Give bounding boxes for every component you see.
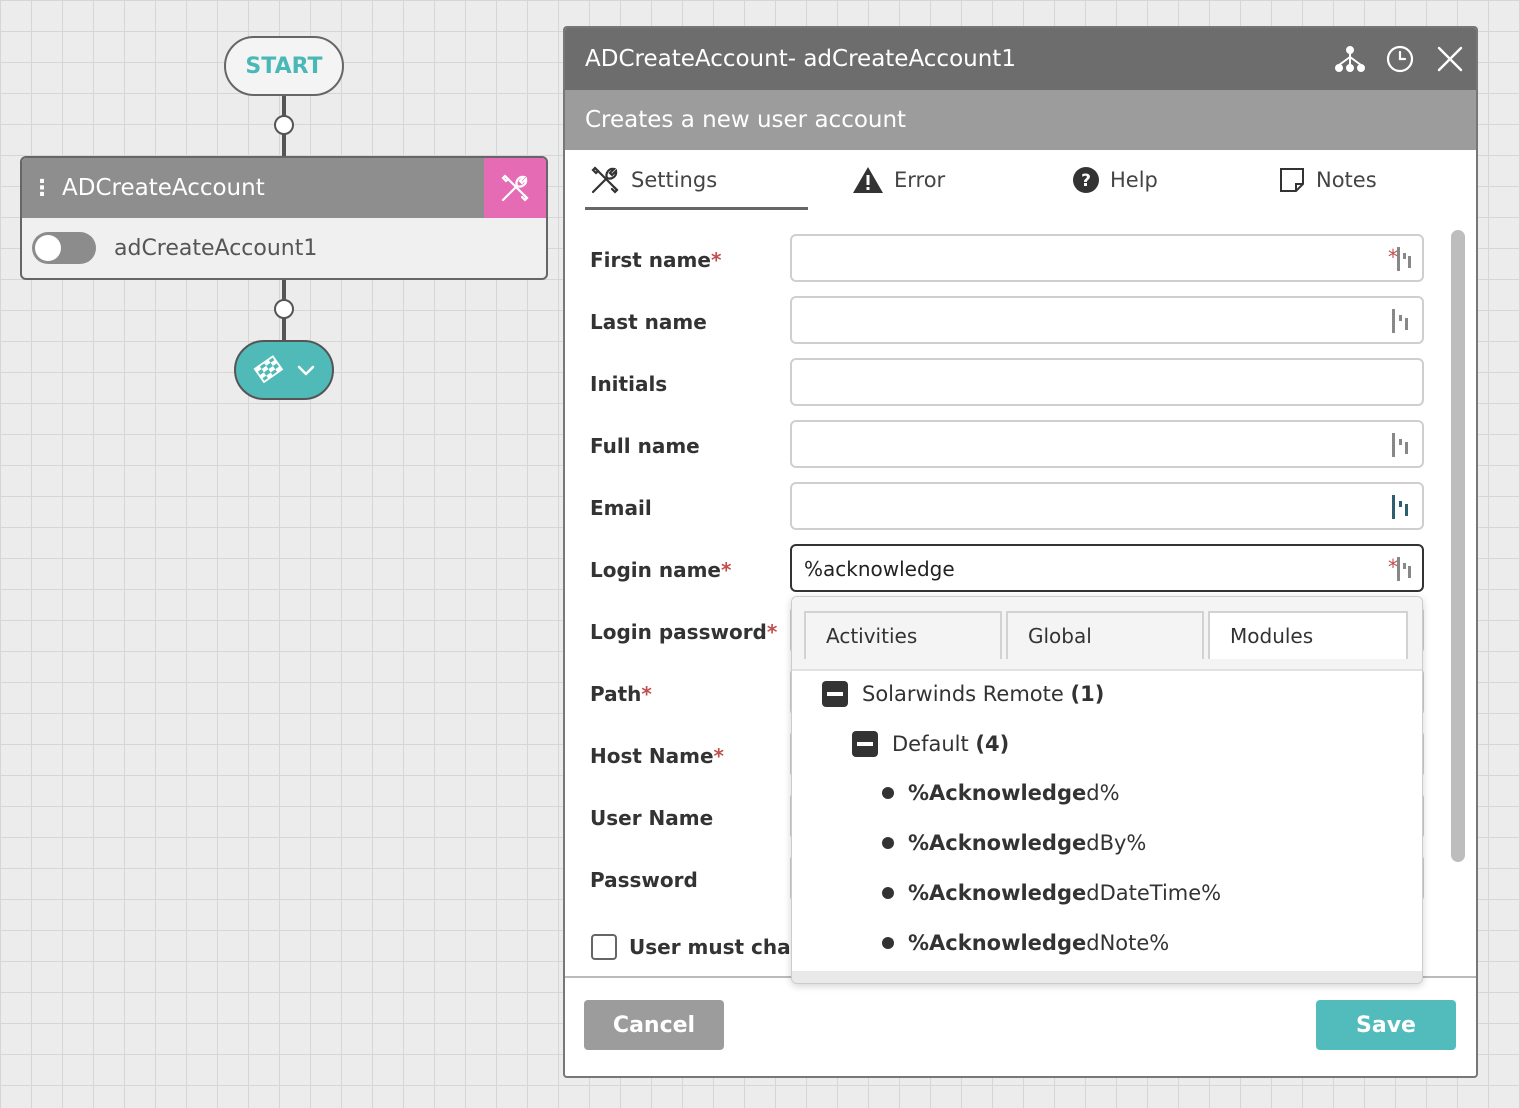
- svg-text:*: *: [1388, 245, 1398, 269]
- activity-header: ⋮ ADCreateAccount: [22, 158, 546, 218]
- tab-notes[interactable]: Notes: [1278, 150, 1377, 210]
- variable-picker-icon[interactable]: [1386, 492, 1414, 522]
- variable-autocomplete-popup: Activities Global Modules Solarwinds Rem…: [791, 596, 1423, 984]
- field-label: Full name: [590, 434, 700, 458]
- full-name-input[interactable]: [790, 420, 1424, 468]
- dialog-description: Creates a new user account: [585, 107, 907, 133]
- bullet-icon: [882, 837, 894, 849]
- dialog-title: ADCreateAccount- adCreateAccount1: [585, 46, 1016, 72]
- variable-required-icon[interactable]: *: [1386, 554, 1414, 584]
- bullet-icon: [882, 787, 894, 799]
- form-scrollbar[interactable]: [1451, 230, 1465, 862]
- collapse-icon[interactable]: [852, 731, 878, 757]
- dialog-tabs: Settings Error ? Help Notes: [565, 150, 1476, 210]
- tab-label: Help: [1110, 168, 1158, 192]
- initials-input[interactable]: [790, 358, 1424, 406]
- checkbox-label: User must change: [629, 935, 799, 959]
- field-first-name: First name* *: [590, 234, 1430, 296]
- dialog-header: ADCreateAccount- adCreateAccount1: [565, 28, 1476, 90]
- tab-help[interactable]: ? Help: [1072, 150, 1278, 210]
- cancel-button[interactable]: Cancel: [584, 1000, 724, 1050]
- field-last-name: Last name: [590, 296, 1430, 358]
- user-must-change-checkbox[interactable]: [591, 934, 617, 960]
- tab-label: Error: [894, 168, 946, 192]
- condition-node[interactable]: [234, 340, 334, 400]
- popup-tab-activities[interactable]: Activities: [804, 611, 1002, 659]
- bullet-icon: [882, 887, 894, 899]
- field-full-name: Full name: [590, 420, 1430, 482]
- field-label: First name*: [590, 248, 722, 272]
- collapse-icon[interactable]: [822, 681, 848, 707]
- group-count: (1): [1070, 682, 1105, 706]
- email-input[interactable]: [790, 482, 1424, 530]
- list-item[interactable]: %Acknowledge d%: [882, 781, 1120, 805]
- history-clock-icon[interactable]: [1382, 41, 1418, 77]
- svg-text:?: ?: [1081, 171, 1091, 191]
- field-label: Email: [590, 496, 652, 520]
- list-item[interactable]: %Acknowledge dNote%: [882, 931, 1169, 955]
- field-label: Host Name*: [590, 744, 725, 768]
- popup-tab-global[interactable]: Global: [1006, 611, 1204, 659]
- kebab-menu-icon[interactable]: ⋮: [22, 176, 62, 201]
- start-label: START: [245, 53, 323, 79]
- variable-picker-icon[interactable]: [1386, 306, 1414, 336]
- help-icon: ?: [1073, 167, 1099, 193]
- field-label: Initials: [590, 372, 668, 396]
- field-initials: Initials: [590, 358, 1430, 420]
- tools-icon: [501, 174, 529, 202]
- activity-settings-button[interactable]: [484, 158, 546, 218]
- hierarchy-icon[interactable]: [1332, 41, 1368, 77]
- subgroup-name: Default: [892, 732, 969, 756]
- tree-group[interactable]: Solarwinds Remote (1): [822, 681, 1104, 707]
- start-node[interactable]: START: [224, 36, 344, 96]
- tab-pointer: [563, 168, 565, 192]
- connector-dot[interactable]: [274, 115, 294, 135]
- bullet-icon: [882, 937, 894, 949]
- tab-label: Settings: [631, 168, 718, 192]
- variable-required-icon[interactable]: *: [1386, 244, 1414, 274]
- field-label: Path*: [590, 682, 652, 706]
- tools-icon: [591, 166, 619, 194]
- activity-instance-name: adCreateAccount1: [114, 235, 318, 261]
- last-name-input[interactable]: [790, 296, 1424, 344]
- field-label: Password: [590, 868, 698, 892]
- chevron-down-icon[interactable]: [296, 363, 316, 377]
- warning-icon: [853, 167, 883, 193]
- group-name: Solarwinds Remote: [862, 682, 1064, 706]
- save-button[interactable]: Save: [1316, 1000, 1456, 1050]
- dialog-description-bar: Creates a new user account: [565, 90, 1476, 150]
- list-item[interactable]: %Acknowledge dBy%: [882, 831, 1146, 855]
- user-must-change-option: User must change: [591, 934, 799, 960]
- popup-scroll-edge: [792, 971, 1422, 983]
- popup-tabs: Activities Global Modules: [792, 597, 1422, 671]
- close-icon[interactable]: [1432, 41, 1468, 77]
- tab-error[interactable]: Error: [852, 150, 1072, 210]
- svg-text:*: *: [1388, 555, 1398, 579]
- subgroup-count: (4): [975, 732, 1010, 756]
- list-item[interactable]: %Acknowledge dDateTime%: [882, 881, 1221, 905]
- note-icon: [1280, 168, 1304, 192]
- login-name-input[interactable]: %acknowledge *: [790, 544, 1424, 592]
- field-label: Login password*: [590, 620, 778, 644]
- field-label: Last name: [590, 310, 707, 334]
- tab-label: Notes: [1316, 168, 1377, 192]
- first-name-input[interactable]: *: [790, 234, 1424, 282]
- variable-picker-icon[interactable]: [1386, 430, 1414, 460]
- field-label: User Name: [590, 806, 714, 830]
- finish-flag-icon: [253, 355, 284, 384]
- field-email: Email: [590, 482, 1430, 544]
- activity-body: adCreateAccount1: [22, 218, 546, 278]
- login-name-value: %acknowledge: [804, 557, 955, 581]
- activity-title: ADCreateAccount: [62, 175, 265, 201]
- tree-subgroup[interactable]: Default (4): [852, 731, 1009, 757]
- tab-settings[interactable]: Settings: [585, 150, 808, 210]
- connector-dot[interactable]: [274, 299, 294, 319]
- activity-enable-toggle[interactable]: [32, 232, 96, 264]
- activity-node[interactable]: ⋮ ADCreateAccount adCreateAccount1: [20, 156, 548, 280]
- popup-tab-modules[interactable]: Modules: [1208, 611, 1408, 659]
- field-label: Login name*: [590, 558, 732, 582]
